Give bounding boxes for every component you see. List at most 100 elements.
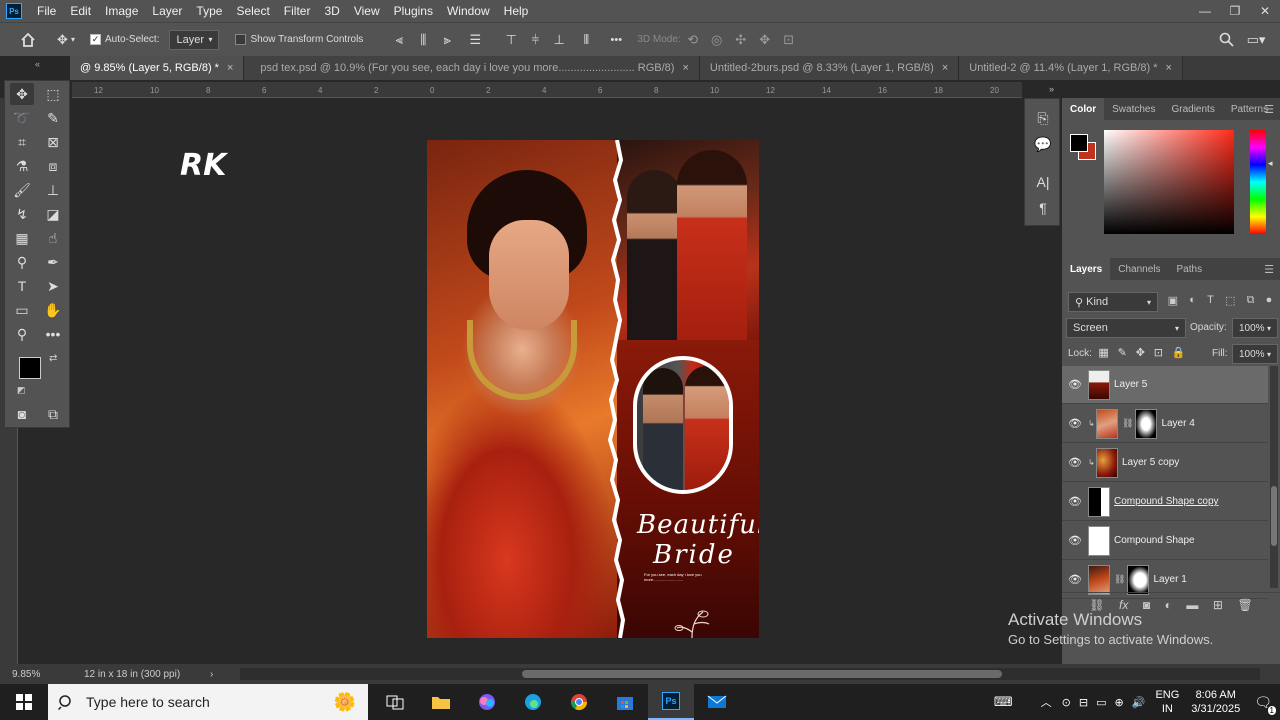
align-right-icon[interactable]: ⫸ bbox=[435, 28, 459, 52]
lock-all-icon[interactable]: 🔒 bbox=[1172, 346, 1186, 359]
close-icon[interactable]: × bbox=[682, 62, 688, 74]
meet-now-icon[interactable]: ⊟ bbox=[1079, 696, 1088, 709]
quick-select-tool-icon[interactable]: ✎ bbox=[41, 107, 65, 129]
layer-row-layer-4[interactable]: 👁 ↳ ⛓ Layer 4 bbox=[1062, 405, 1268, 443]
close-icon[interactable]: × bbox=[1166, 62, 1172, 74]
menu-window[interactable]: Window bbox=[440, 0, 497, 22]
windows-start-icon[interactable] bbox=[0, 684, 48, 720]
menu-layer[interactable]: Layer bbox=[145, 0, 189, 22]
marquee-tool-icon[interactable]: ⬚ bbox=[41, 83, 65, 105]
align-left-icon[interactable]: ⫷ bbox=[387, 28, 411, 52]
artwork-document[interactable]: Beautiful Bride For you see, each day i … bbox=[427, 140, 759, 638]
show-hidden-icons-icon[interactable]: ︿ bbox=[1041, 694, 1052, 710]
menu-plugins[interactable]: Plugins bbox=[387, 0, 440, 22]
pixel-filter-icon[interactable]: ▣ bbox=[1168, 294, 1178, 307]
lock-artboard-icon[interactable]: ⊡ bbox=[1154, 346, 1163, 359]
menu-type[interactable]: Type bbox=[189, 0, 229, 22]
layers-panel-menu-icon[interactable]: ☰ bbox=[1264, 263, 1274, 276]
pen-tool-icon[interactable]: ✒ bbox=[41, 251, 65, 273]
delete-layer-icon[interactable]: 🗑 bbox=[1237, 598, 1252, 612]
screen-mode-icon[interactable]: ⧉ bbox=[41, 403, 65, 425]
default-colors-icon[interactable]: ◩ bbox=[17, 385, 26, 396]
auto-select-checkbox[interactable]: ✓ Auto-Select: bbox=[90, 28, 159, 52]
horizontal-scrollbar[interactable] bbox=[240, 668, 1260, 680]
tab-document-3[interactable]: Untitled-2burs.psd @ 8.33% (Layer 1, RGB… bbox=[699, 56, 960, 80]
dodge-tool-icon[interactable]: ⚲ bbox=[10, 251, 34, 273]
gradient-tool-icon[interactable]: ▦ bbox=[10, 227, 34, 249]
align-center-icon[interactable]: ⫼ bbox=[411, 28, 435, 52]
patch-tool-icon[interactable]: ⧈ bbox=[41, 155, 65, 177]
photoshop-logo-icon[interactable]: Ps bbox=[6, 3, 22, 19]
status-menu-arrow-icon[interactable]: › bbox=[210, 669, 213, 680]
tab-color[interactable]: Color bbox=[1062, 98, 1105, 120]
workspace-icon[interactable]: ▭▾ bbox=[1244, 28, 1268, 52]
layers-scrollbar[interactable] bbox=[1270, 366, 1278, 588]
zoom-tool-icon[interactable]: ⚲ bbox=[10, 323, 34, 345]
eye-icon[interactable]: 👁 bbox=[1062, 456, 1088, 469]
file-explorer-icon[interactable] bbox=[418, 684, 464, 720]
eyedropper-tool-icon[interactable]: ⚗ bbox=[10, 155, 34, 177]
tab-channels[interactable]: Channels bbox=[1110, 258, 1168, 280]
tray-app-icon[interactable]: ⊙ bbox=[1062, 696, 1071, 709]
lasso-tool-icon[interactable]: ➰ bbox=[10, 107, 34, 129]
frame-tool-icon[interactable]: ⊠ bbox=[41, 131, 65, 153]
tab-swatches[interactable]: Swatches bbox=[1104, 98, 1163, 120]
brush-tool-icon[interactable]: 🖌 bbox=[10, 179, 34, 201]
drag-3d-icon[interactable]: ✣ bbox=[729, 28, 753, 52]
restore-button[interactable]: ❐ bbox=[1220, 0, 1250, 22]
copilot-icon[interactable] bbox=[464, 684, 510, 720]
distribute-icon[interactable]: ☰ bbox=[459, 28, 491, 52]
filter-toggle-icon[interactable]: ● bbox=[1266, 294, 1273, 307]
collapse-panels-icon[interactable]: » bbox=[1022, 84, 1058, 98]
minimize-button[interactable]: — bbox=[1190, 0, 1220, 22]
align-bottom-icon[interactable]: ⊥ bbox=[547, 28, 571, 52]
mail-icon[interactable] bbox=[694, 684, 740, 720]
hue-slider-handle-icon[interactable]: ◂ bbox=[1268, 158, 1273, 169]
path-select-tool-icon[interactable]: ➤ bbox=[41, 275, 65, 297]
chrome-browser-icon[interactable] bbox=[556, 684, 602, 720]
lock-transparency-icon[interactable]: ▦ bbox=[1098, 346, 1108, 359]
layers-scrollbar-thumb[interactable] bbox=[1271, 486, 1277, 546]
task-view-icon[interactable] bbox=[372, 684, 418, 720]
eye-icon[interactable]: 👁 bbox=[1062, 534, 1088, 547]
blend-mode-dropdown[interactable]: Screen ▾ bbox=[1066, 318, 1186, 338]
more-options-icon[interactable]: ••• bbox=[601, 28, 631, 52]
layer-row-layer-5-copy[interactable]: 👁 ↳ Layer 5 copy bbox=[1062, 444, 1268, 482]
tab-document-2[interactable]: psd tex.psd @ 10.9% (For you see, each d… bbox=[244, 56, 700, 80]
paragraph-panel-icon[interactable]: ¶ bbox=[1032, 197, 1054, 219]
orbit-3d-icon[interactable]: ⟲ bbox=[681, 28, 705, 52]
menu-filter[interactable]: Filter bbox=[277, 0, 318, 22]
eye-icon[interactable]: 👁 bbox=[1062, 573, 1088, 586]
panel-menu-icon[interactable]: ☰ bbox=[1264, 103, 1274, 116]
network-icon[interactable]: ⊕ bbox=[1115, 696, 1124, 709]
auto-select-dropdown[interactable]: Layer ▾ bbox=[169, 29, 220, 50]
layer-row-compound-shape[interactable]: 👁 Compound Shape bbox=[1062, 522, 1268, 560]
hue-slider[interactable] bbox=[1250, 130, 1266, 234]
roll-3d-icon[interactable]: ◎ bbox=[705, 28, 729, 52]
smudge-tool-icon[interactable]: ☝ bbox=[41, 227, 65, 249]
collapse-toolbar-icon[interactable]: « bbox=[35, 59, 40, 69]
lock-position-icon[interactable]: ✥ bbox=[1136, 346, 1145, 359]
panel-foreground-swatch[interactable] bbox=[1070, 134, 1088, 152]
volume-icon[interactable]: 🔊 bbox=[1132, 696, 1146, 709]
history-panel-icon[interactable]: ⎘ bbox=[1032, 107, 1054, 129]
slide-3d-icon[interactable]: ✥ bbox=[753, 28, 777, 52]
photoshop-taskbar-icon[interactable]: Ps bbox=[648, 684, 694, 720]
close-button[interactable]: ✕ bbox=[1250, 0, 1280, 22]
move-tool-icon[interactable]: ✥ bbox=[10, 83, 34, 105]
close-icon[interactable]: × bbox=[942, 62, 948, 74]
edge-browser-icon[interactable] bbox=[510, 684, 556, 720]
swap-colors-icon[interactable]: ⇄ bbox=[49, 353, 57, 364]
zoom-level[interactable]: 9.85% bbox=[12, 669, 82, 680]
home-icon[interactable] bbox=[8, 28, 48, 52]
tab-layers[interactable]: Layers bbox=[1062, 258, 1111, 280]
taskbar-search-box[interactable]: Type here to search 🌼 bbox=[48, 684, 368, 720]
eye-icon[interactable]: 👁 bbox=[1062, 495, 1088, 508]
type-filter-icon[interactable]: T bbox=[1207, 294, 1214, 307]
crop-tool-icon[interactable]: ⌗ bbox=[10, 131, 34, 153]
character-panel-icon[interactable]: A| bbox=[1032, 171, 1054, 193]
layer-row-layer-5[interactable]: 👁 Layer 5 bbox=[1062, 366, 1268, 404]
hand-tool-icon[interactable]: ✋ bbox=[41, 299, 65, 321]
filter-kind-dropdown[interactable]: ⚲ Kind ▾ bbox=[1068, 292, 1158, 312]
menu-view[interactable]: View bbox=[347, 0, 387, 22]
